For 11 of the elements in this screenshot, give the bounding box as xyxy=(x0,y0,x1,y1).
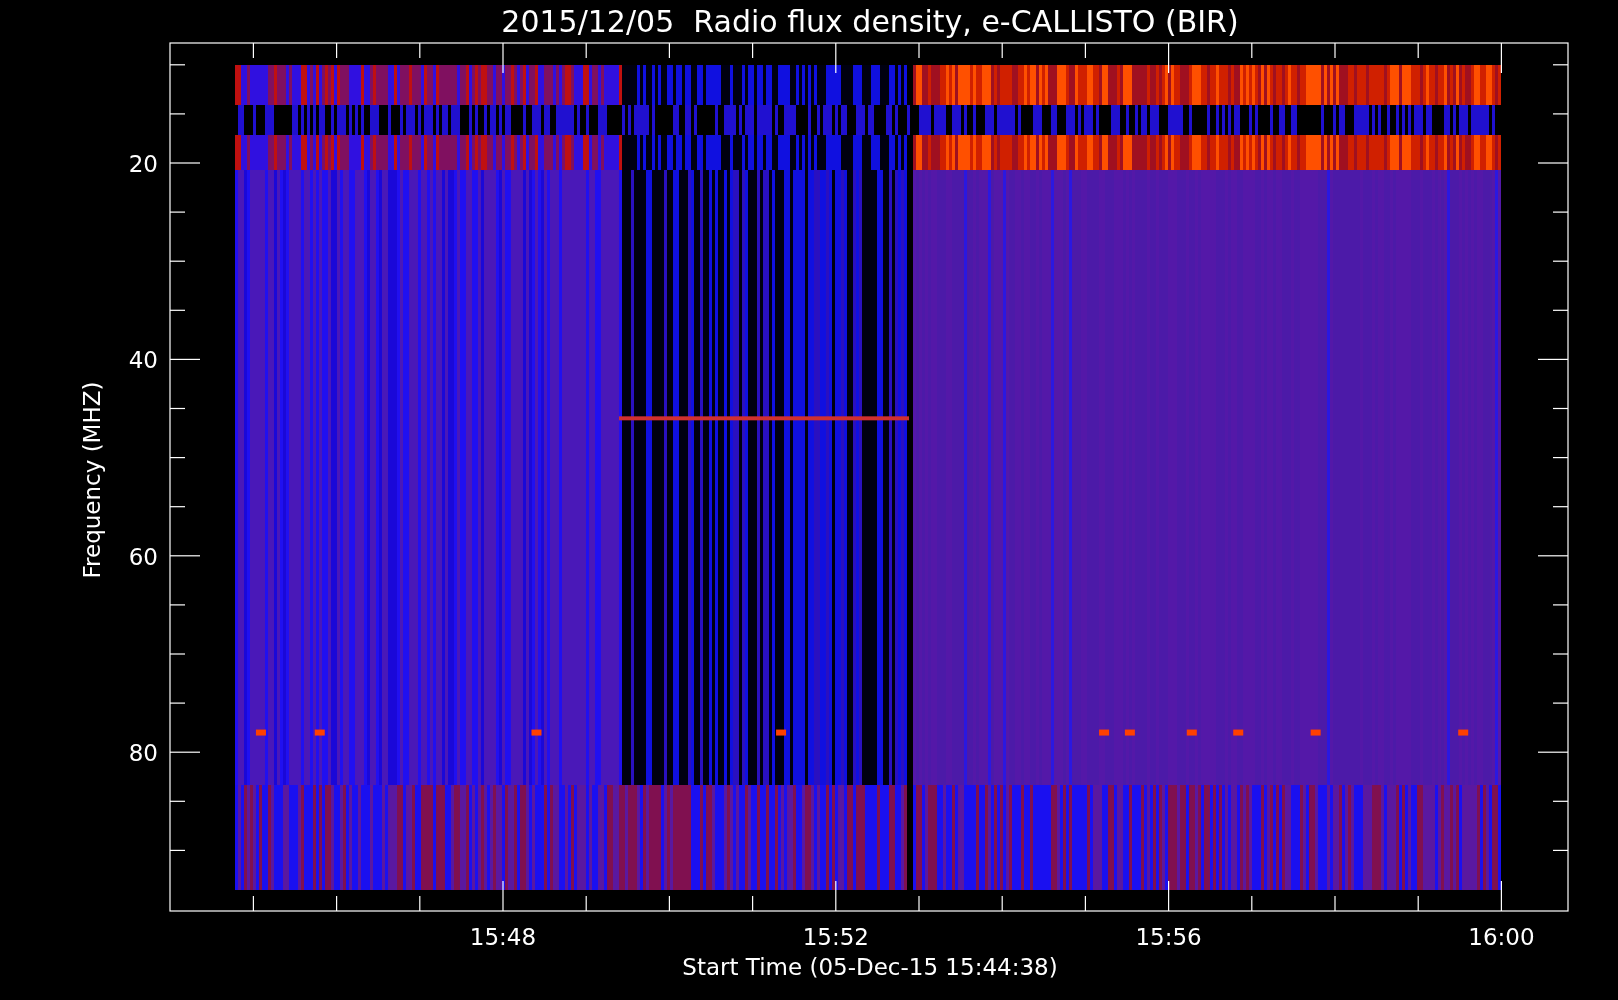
x-tick-label: 15:56 xyxy=(1135,924,1202,950)
y-tick-label: 60 xyxy=(128,543,158,570)
y-tick-label: 20 xyxy=(128,151,158,177)
x-tick-label: 15:48 xyxy=(469,924,537,950)
x-axis-label: Start Time (05-Dec-15 15:44:38) xyxy=(682,954,1058,980)
plot-title: 2015/12/05 Radio flux density, e-CALLISTO (BIR) xyxy=(501,4,1239,39)
x-tick-label: 15:52 xyxy=(802,924,869,950)
y-tick-label: 40 xyxy=(128,347,158,374)
x-tick-label: 16:00 xyxy=(1468,924,1535,950)
y-axis-label: Frequency (MHZ) xyxy=(79,381,105,579)
y-tick-label: 80 xyxy=(128,740,158,767)
